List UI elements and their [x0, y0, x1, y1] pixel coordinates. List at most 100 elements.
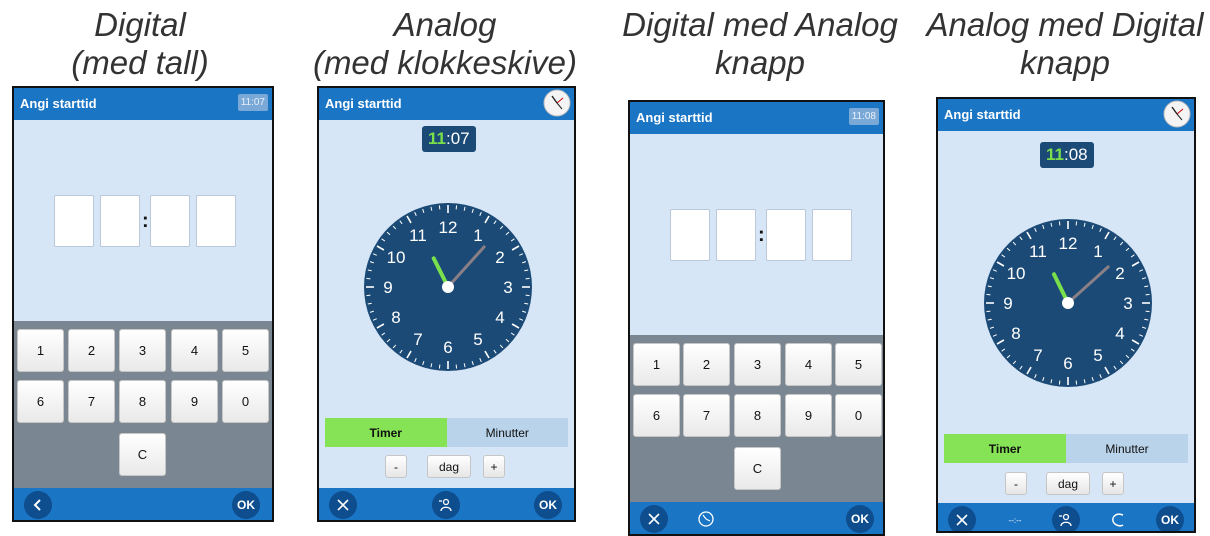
dial-center [442, 281, 454, 293]
ok-button[interactable]: OK [1156, 506, 1184, 533]
clock-dial[interactable]: 121234567891011 [362, 201, 534, 373]
close-button[interactable] [640, 505, 668, 533]
dial-number: 4 [1115, 324, 1124, 343]
key-3[interactable]: 3 [734, 343, 781, 386]
dial-number: 10 [387, 248, 406, 267]
key-9[interactable]: 9 [785, 394, 832, 437]
key-0[interactable]: 0 [835, 394, 882, 437]
dial-number: 6 [443, 338, 452, 357]
voice-icon [438, 497, 454, 513]
caption-line: knapp [610, 44, 910, 82]
voice-button[interactable] [1052, 506, 1080, 533]
page-title: Angi starttid [325, 96, 402, 111]
key-8[interactable]: 8 [734, 394, 781, 437]
dial-number: 11 [409, 226, 427, 245]
key-2[interactable]: 2 [683, 343, 730, 386]
key-4[interactable]: 4 [785, 343, 832, 386]
caption-line: Analog [300, 6, 590, 44]
key-7[interactable]: 7 [68, 380, 115, 423]
plus-button[interactable]: + [483, 455, 505, 478]
selected-minute: 07 [451, 129, 470, 148]
caption-analog: Analog (med klokkeskive) [300, 6, 590, 82]
dial-center [1062, 297, 1074, 309]
tab-minutes[interactable]: Minutter [447, 418, 569, 447]
key-3[interactable]: 3 [119, 329, 166, 372]
dial-number: 9 [383, 278, 392, 297]
screen-digital-with-analog: Angi starttid 11:08 : 1 2 3 4 5 6 7 8 9 … [628, 100, 885, 536]
dial-number: 7 [1033, 346, 1042, 365]
key-0[interactable]: 0 [222, 380, 269, 423]
key-4[interactable]: 4 [171, 329, 218, 372]
page-title: Angi starttid [636, 110, 713, 125]
ok-button[interactable]: OK [232, 491, 260, 519]
selected-time: 11:08 [1040, 142, 1094, 168]
selected-hour: 11 [1046, 145, 1064, 164]
key-1[interactable]: 1 [633, 343, 680, 386]
minute-tens-field[interactable] [766, 209, 806, 261]
digital-mode-button[interactable]: --:-- [998, 506, 1032, 533]
colon-separator: : [142, 210, 148, 233]
clear-icon [1111, 512, 1125, 528]
minute-ones-field[interactable] [196, 195, 236, 247]
dial-number: 12 [439, 218, 458, 237]
minus-button[interactable]: - [385, 455, 407, 478]
tab-hours[interactable]: Timer [944, 434, 1066, 463]
analog-clock-icon[interactable] [1163, 100, 1191, 128]
dial-number: 8 [1011, 324, 1020, 343]
minus-button[interactable]: - [1005, 472, 1027, 495]
analog-clock-icon[interactable] [543, 89, 571, 117]
key-5[interactable]: 5 [835, 343, 882, 386]
key-7[interactable]: 7 [683, 394, 730, 437]
dial-number: 7 [413, 330, 422, 349]
hour-ones-field[interactable] [716, 209, 756, 261]
ok-button[interactable]: OK [846, 505, 874, 533]
plus-button[interactable]: + [1102, 472, 1124, 495]
key-5[interactable]: 5 [222, 329, 269, 372]
dial-number: 1 [1093, 242, 1102, 261]
caption-analog-digital: Analog med Digital knapp [920, 6, 1210, 82]
key-clear[interactable]: C [734, 447, 781, 490]
clock-dial[interactable]: 121234567891011 [982, 217, 1154, 389]
analog-mode-button[interactable] [692, 505, 720, 533]
keypad: 1 2 3 4 5 6 7 8 9 0 C [630, 335, 883, 506]
digit-inputs: : [670, 209, 858, 261]
key-8[interactable]: 8 [119, 380, 166, 423]
ok-button[interactable]: OK [534, 491, 562, 519]
hour-tens-field[interactable] [670, 209, 710, 261]
dial-number: 5 [1093, 346, 1102, 365]
close-button[interactable] [948, 506, 976, 533]
day-button[interactable]: dag [427, 455, 471, 478]
minute-tens-field[interactable] [150, 195, 190, 247]
minute-ones-field[interactable] [812, 209, 852, 261]
hour-ones-field[interactable] [100, 195, 140, 247]
time-badge: 11:08 [849, 108, 879, 125]
key-6[interactable]: 6 [633, 394, 680, 437]
voice-button[interactable] [432, 491, 460, 519]
selected-hour: 11 [428, 129, 446, 148]
keypad: 1 2 3 4 5 6 7 8 9 0 C [14, 321, 272, 492]
back-icon [31, 498, 45, 512]
caption-line: Analog med Digital [920, 6, 1210, 44]
dial-number: 3 [1123, 294, 1132, 313]
key-clear[interactable]: C [119, 433, 166, 476]
selected-minute: 08 [1069, 145, 1088, 164]
day-button[interactable]: dag [1046, 472, 1090, 495]
caption-line: Digital [35, 6, 245, 44]
digit-inputs: : [54, 195, 242, 247]
close-button[interactable] [329, 491, 357, 519]
back-button[interactable] [24, 491, 52, 519]
clear-button[interactable] [1104, 506, 1132, 533]
footer: OK [630, 502, 883, 536]
screen-digital: Angi starttid 11:07 : 1 2 3 4 5 6 7 8 9 … [12, 86, 274, 522]
time-badge: 11:07 [238, 94, 268, 111]
key-2[interactable]: 2 [68, 329, 115, 372]
key-1[interactable]: 1 [17, 329, 64, 372]
dial-number: 6 [1063, 354, 1072, 373]
key-9[interactable]: 9 [171, 380, 218, 423]
hour-tens-field[interactable] [54, 195, 94, 247]
key-6[interactable]: 6 [17, 380, 64, 423]
tab-hours[interactable]: Timer [325, 418, 447, 447]
tab-minutes[interactable]: Minutter [1066, 434, 1188, 463]
dial-number: 1 [473, 226, 482, 245]
analog-clock-icon [697, 510, 715, 528]
